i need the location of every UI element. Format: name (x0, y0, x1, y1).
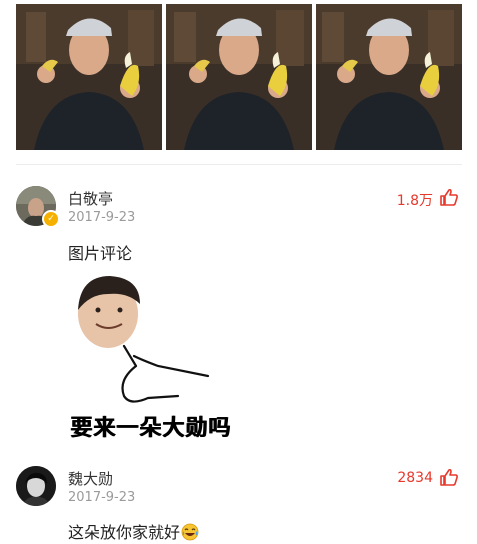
timestamp: 2017-9-23 (68, 210, 136, 225)
photo-thumbnail-1[interactable] (16, 4, 162, 150)
comment-text: 图片评论 (68, 244, 133, 263)
avatar[interactable] (16, 466, 56, 506)
username[interactable]: 白敬亭 (68, 188, 113, 209)
meme-caption: 要来一朵大勋吗 (70, 416, 232, 441)
photo-thumbnail-2[interactable] (166, 4, 312, 150)
photo-thumbnail-3[interactable] (316, 4, 462, 150)
verified-badge-icon: ✓ (42, 210, 60, 228)
photo-strip (16, 4, 462, 150)
laughing-crying-emoji-icon (181, 523, 199, 541)
like-count[interactable]: 1.8万 (397, 190, 433, 210)
timestamp: 2017-9-23 (68, 490, 136, 505)
comment-text: 这朵放你家就好 (68, 519, 199, 543)
thumbs-up-icon[interactable] (440, 468, 458, 486)
section-divider (16, 164, 462, 165)
username[interactable]: 魏大勋 (68, 468, 113, 489)
like-count[interactable]: 2834 (397, 470, 433, 486)
comment-text-body: 这朵放你家就好 (68, 523, 181, 542)
thumbs-up-icon[interactable] (440, 188, 458, 206)
